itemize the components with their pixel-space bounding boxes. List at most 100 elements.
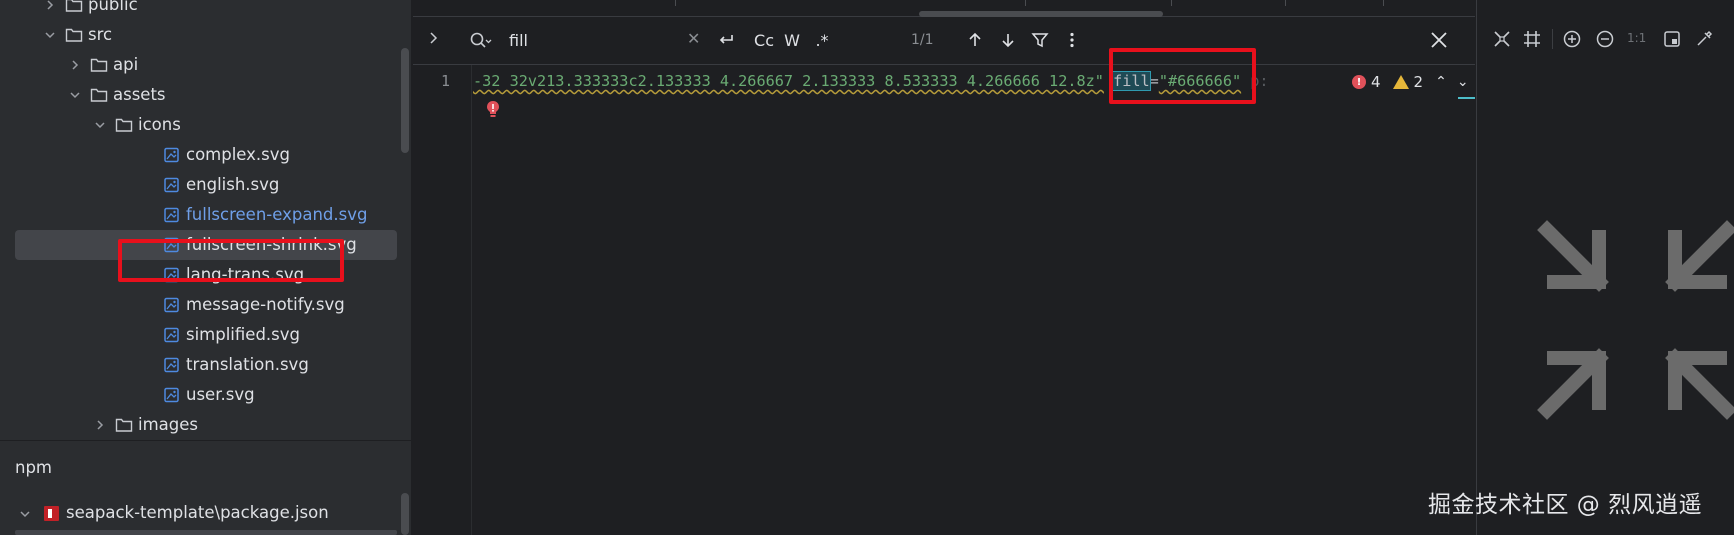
tree-item[interactable]: english.svg xyxy=(0,170,411,200)
tree-item[interactable]: api xyxy=(0,50,411,80)
tree-item-label: fullscreen-expand.svg xyxy=(186,205,368,224)
arrow-up-icon[interactable] xyxy=(964,29,986,51)
preview-toolbar: 1:1 xyxy=(1477,20,1734,56)
warning-count[interactable]: 2 xyxy=(1392,73,1424,91)
close-find-icon[interactable] xyxy=(1428,29,1450,51)
fullscreen-shrink-preview-icon xyxy=(1537,220,1734,420)
chevron-up-icon[interactable]: ⌃ xyxy=(1435,74,1447,90)
project-panel: public src api assets icons complex.svg englis… xyxy=(0,0,412,535)
chevron-down-icon[interactable] xyxy=(42,27,58,43)
warning-count-value: 2 xyxy=(1413,73,1424,91)
tree-item[interactable]: lang-trans.svg xyxy=(0,260,411,290)
tree-scrollbar[interactable] xyxy=(401,48,409,153)
tree-item-label: api xyxy=(113,55,139,74)
warning-icon xyxy=(1392,75,1409,89)
npm-title: npm xyxy=(15,458,53,477)
tree-item[interactable]: icons xyxy=(0,110,411,140)
folder-icon xyxy=(114,416,134,434)
code-line[interactable]: -32 32v213.333333c2.133333 4.266667 2.13… xyxy=(473,71,1269,91)
tab-separator xyxy=(1025,0,1026,6)
error-icon: ! xyxy=(1352,75,1366,89)
chevron-right-icon[interactable] xyxy=(92,417,108,433)
tab-separator xyxy=(675,0,676,6)
svg-file-icon xyxy=(162,266,182,284)
watermark: 掘金技术社区 @ 烈风逍遥 xyxy=(1428,492,1703,518)
tab-separator xyxy=(1171,0,1172,6)
tree-item[interactable]: complex.svg xyxy=(0,140,411,170)
tree-item-label: simplified.svg xyxy=(186,325,300,344)
svg-file-icon xyxy=(162,176,182,194)
tree-item[interactable]: simplified.svg xyxy=(0,320,411,350)
arrow-down-icon[interactable] xyxy=(997,29,1019,51)
find-bar: ✕ Cc W .* 1/1 xyxy=(413,17,1475,65)
whole-words-button[interactable]: W xyxy=(781,27,803,53)
search-match-attr: fill xyxy=(1112,71,1151,91)
tree-item-label: public xyxy=(88,0,138,14)
newline-icon[interactable] xyxy=(715,29,737,51)
clear-search-icon[interactable]: ✕ xyxy=(687,31,703,47)
tree-item[interactable]: images xyxy=(0,410,411,440)
folder-icon xyxy=(64,0,84,14)
svg-file-icon xyxy=(162,236,182,254)
color-picker-icon[interactable] xyxy=(1693,28,1715,50)
tree-item-label: translation.svg xyxy=(186,355,309,374)
actual-size-button[interactable]: 1:1 xyxy=(1627,31,1646,45)
project-tree: public src api assets icons complex.svg englis… xyxy=(0,0,411,440)
find-input[interactable] xyxy=(509,27,689,53)
regex-button[interactable]: .* xyxy=(811,27,833,53)
npm-package-row[interactable]: seapack-template\package.json xyxy=(0,499,411,529)
inspection-widget[interactable]: ! 4 2 ⌃ ⌄ xyxy=(1346,71,1485,93)
tree-item[interactable]: fullscreen-shrink.svg xyxy=(0,230,411,260)
code-attr-value: "#666666" xyxy=(1158,72,1242,90)
tree-item[interactable]: message-notify.svg xyxy=(0,290,411,320)
tab-separator xyxy=(1285,0,1286,6)
zoom-to-fit-icon[interactable] xyxy=(1491,28,1513,50)
chevron-down-icon[interactable] xyxy=(17,506,33,522)
svg-file-icon xyxy=(162,356,182,374)
tree-item[interactable]: translation.svg xyxy=(0,350,411,380)
more-options-icon[interactable] xyxy=(1061,29,1083,51)
grid-icon[interactable] xyxy=(1521,28,1543,50)
editor: ✕ Cc W .* 1/1 1 -32 32v213.333333c2.1333… xyxy=(413,0,1485,535)
filter-icon[interactable] xyxy=(1029,29,1051,51)
background-icon[interactable] xyxy=(1661,28,1683,50)
search-history-icon[interactable] xyxy=(469,31,493,51)
zoom-out-icon[interactable] xyxy=(1594,28,1616,50)
toolbar-separator xyxy=(1552,29,1553,49)
chevron-down-icon[interactable] xyxy=(67,87,83,103)
svg-file-icon xyxy=(162,146,182,164)
zoom-in-icon[interactable] xyxy=(1561,28,1583,50)
error-count[interactable]: ! 4 xyxy=(1352,73,1381,91)
npm-icon xyxy=(44,506,59,521)
line-gutter: 1 xyxy=(413,65,473,535)
match-case-button[interactable]: Cc xyxy=(751,27,777,53)
code-equals: = xyxy=(1149,72,1159,90)
tree-item-label: images xyxy=(138,415,198,434)
gutter-divider xyxy=(471,65,472,535)
tab-separator xyxy=(1383,0,1384,6)
npm-package-label: seapack-template\package.json xyxy=(66,503,329,522)
tree-item[interactable]: src xyxy=(0,20,411,50)
svg-file-icon xyxy=(162,296,182,314)
chevron-down-icon[interactable] xyxy=(92,117,108,133)
tree-item-label: message-notify.svg xyxy=(186,295,345,314)
svg-preview-panel: 1:1 xyxy=(1476,0,1734,535)
npm-panel: npm seapack-template\package.json xyxy=(0,440,411,535)
tree-item[interactable]: fullscreen-expand.svg xyxy=(0,200,411,230)
inspection-underline xyxy=(1458,97,1475,99)
expand-find-chevron-icon[interactable] xyxy=(425,30,441,46)
chevron-right-icon[interactable] xyxy=(42,0,58,13)
npm-scrollbar[interactable] xyxy=(401,493,409,535)
error-count-value: 4 xyxy=(1371,73,1381,91)
tree-item[interactable]: assets xyxy=(0,80,411,110)
tree-item[interactable]: public xyxy=(0,0,411,20)
chevron-down-icon[interactable]: ⌄ xyxy=(1457,74,1469,90)
line-number: 1 xyxy=(441,72,451,90)
tree-item-label: icons xyxy=(138,115,181,134)
folder-icon xyxy=(114,116,134,134)
code-trailing: p: xyxy=(1241,72,1269,90)
svg-file-icon xyxy=(162,386,182,404)
chevron-right-icon[interactable] xyxy=(67,57,83,73)
error-bulb-icon[interactable] xyxy=(486,100,500,118)
tree-item[interactable]: user.svg xyxy=(0,380,411,410)
